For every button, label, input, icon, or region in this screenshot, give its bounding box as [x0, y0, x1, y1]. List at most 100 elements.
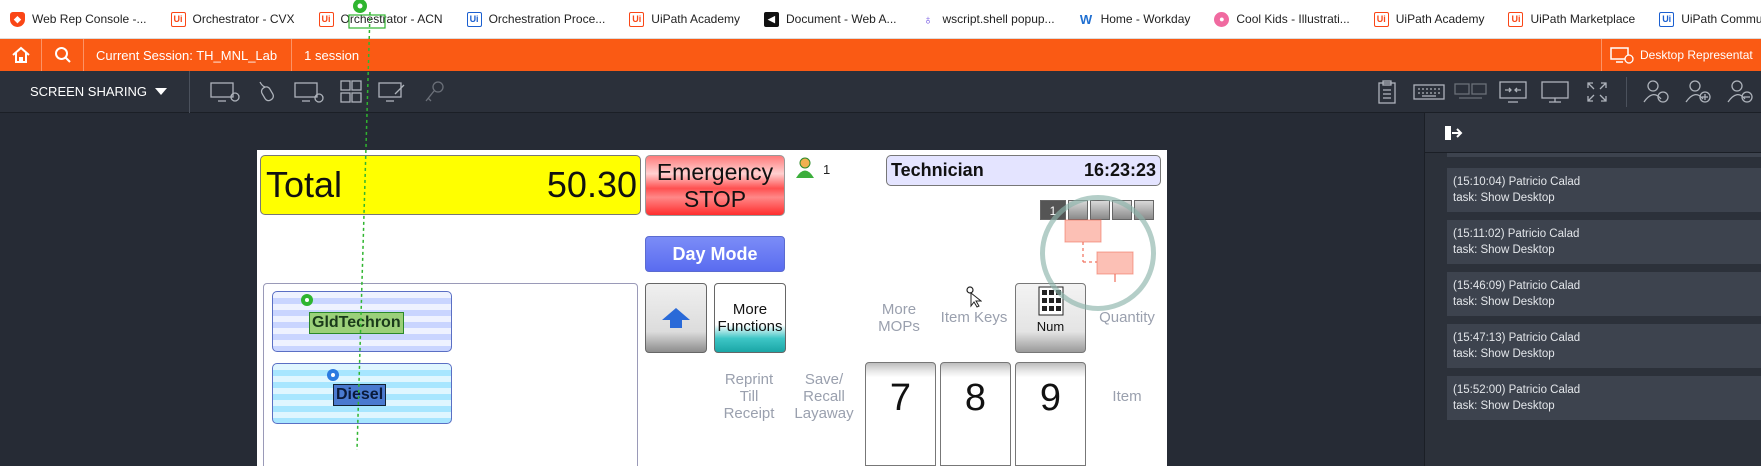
uipath-icon: Ui [170, 11, 186, 27]
bookmark-web-rep-console[interactable]: ◆ Web Rep Console -... [10, 11, 147, 27]
key-7-button[interactable]: 7 [865, 362, 936, 466]
reprint-label-3: Receipt [723, 405, 775, 422]
role-label: Technician [891, 160, 984, 180]
item-keys-button[interactable]: Item Keys [938, 309, 1010, 326]
uipath-icon: Ui [1508, 11, 1524, 27]
keyboard-button[interactable] [1408, 71, 1450, 113]
item-gldtechron-button[interactable]: GldTechron [272, 291, 452, 352]
bookmark-orchestrator-acn[interactable]: Ui Orchestrator - ACN [318, 11, 443, 27]
bookmark-orchestration-process[interactable]: Ui Orchestration Proce... [466, 11, 606, 27]
log-time: (15:10:04) Patricio Calad [1453, 176, 1581, 188]
monitor-clock-button[interactable] [288, 71, 330, 113]
log-time: (15:11:02) Patricio Calad [1453, 228, 1580, 240]
log-item: (15:11:02) Patricio Calad task: Show Des… [1447, 220, 1761, 264]
more-mops-button[interactable]: More MOPs [869, 301, 929, 335]
day-mode-label: Day Mode [672, 243, 758, 264]
bookmark-document-web[interactable]: ◀ Document - Web A... [764, 11, 897, 27]
bookmark-label: Orchestration Proce... [488, 12, 606, 26]
item-diesel-button[interactable]: Diesel [272, 363, 452, 424]
chevron-down-icon [155, 87, 168, 95]
emergency-stop-button[interactable]: Emergency STOP [645, 155, 785, 216]
mouse-button[interactable] [246, 71, 288, 113]
annotate-icon [378, 81, 405, 102]
toolbar: SCREEN SHARING [0, 70, 1761, 113]
session-bar: Current Session: TH_MNL_Lab 1 session De… [0, 39, 1761, 71]
desktop-switch-overlay [1040, 195, 1156, 311]
bookmark-label: UiPath Community... [1681, 12, 1761, 26]
bookmark-wscript-popup[interactable]: ♁ wscript.shell popup... [921, 11, 1054, 27]
monitor-control-icon [210, 81, 240, 102]
remote-screen-area[interactable]: Total 50.30 Emergency STOP 1 Technician … [0, 113, 1424, 466]
annotate-button[interactable] [372, 71, 414, 113]
clipboard-icon [1378, 79, 1396, 104]
clipboard-button[interactable] [1366, 71, 1408, 113]
session-log-panel: (15:10:04) Patricio Calad task: Show Des… [1424, 113, 1761, 466]
key-icon [425, 80, 444, 101]
more-functions-label-2: Functions [717, 318, 783, 335]
user-icon [796, 157, 814, 178]
log-header [1425, 113, 1761, 153]
actual-size-button[interactable] [1534, 71, 1576, 113]
bookmark-label: UiPath Academy [1395, 12, 1485, 26]
desktop-representative-button[interactable]: Desktop Representat [1601, 39, 1761, 71]
item-button[interactable]: Item [1093, 388, 1161, 405]
more-mops-label-1: More [881, 301, 917, 318]
user-count: 1 [823, 162, 831, 177]
invite-user-button[interactable] [1635, 71, 1677, 113]
fullscreen-button[interactable] [1576, 71, 1618, 113]
item-label: GldTechron [309, 312, 404, 334]
session-count[interactable]: 1 session [292, 48, 373, 63]
user-remove-icon [1727, 79, 1753, 103]
more-functions-button[interactable]: More Functions [714, 283, 786, 353]
key-9-button[interactable]: 9 [1015, 362, 1086, 466]
quantity-label: Quantity [1099, 309, 1155, 326]
scroll-up-button[interactable] [645, 283, 707, 353]
search-button[interactable] [42, 39, 84, 71]
item-keys-label: Item Keys [940, 309, 1008, 326]
keyboard-keys-button[interactable] [330, 71, 372, 113]
day-mode-button[interactable]: Day Mode [645, 236, 785, 272]
bulb-icon: ♁ [923, 11, 933, 27]
item-panel: GldTechron Diesel [263, 283, 638, 466]
log-task: task: Show Desktop [1453, 400, 1555, 412]
divider [1626, 76, 1627, 107]
log-list[interactable]: (15:10:04) Patricio Calad task: Show Des… [1425, 153, 1761, 466]
multi-monitor-button[interactable] [1450, 71, 1492, 113]
save-label-1: Save/ [804, 371, 844, 388]
desktop-rep-label: Desktop Representat [1640, 48, 1753, 62]
item-label: Diesel [333, 384, 387, 406]
save-label-3: Layaway [794, 405, 854, 422]
abc-keys-icon [340, 79, 362, 103]
bookmark-uipath-community[interactable]: Ui UiPath Community... [1659, 11, 1761, 27]
mouse-cursor-icon [966, 286, 982, 308]
bookmark-orchestrator-cvx[interactable]: Ui Orchestrator - CVX [170, 11, 295, 27]
shield-icon: ◆ [10, 11, 25, 27]
uipath-blue-icon: Ui [1659, 11, 1675, 27]
key-8-button[interactable]: 8 [940, 362, 1011, 466]
monitor-control-button[interactable] [204, 71, 246, 113]
workday-icon: W [1079, 11, 1093, 27]
bookmark-label: Document - Web A... [786, 12, 897, 26]
fit-screen-button[interactable] [1492, 71, 1534, 113]
home-button[interactable] [0, 39, 42, 71]
bookmark-workday[interactable]: W Home - Workday [1079, 11, 1190, 27]
quantity-button[interactable]: Quantity [1093, 309, 1161, 326]
credentials-button[interactable] [414, 71, 456, 113]
bookmark-uipath-academy-2[interactable]: Ui UiPath Academy [1373, 11, 1485, 27]
uipath-icon: Ui [318, 11, 334, 27]
total-label: Total [266, 164, 343, 205]
more-functions-label-1: More [732, 301, 768, 318]
log-item: (15:46:09) Patricio Calad task: Show Des… [1447, 272, 1761, 316]
add-user-button[interactable] [1677, 71, 1719, 113]
save-recall-layaway-button[interactable]: Save/ Recall Layaway [790, 371, 858, 422]
bookmark-label: UiPath Marketplace [1530, 12, 1636, 26]
remove-user-button[interactable] [1719, 71, 1761, 113]
reprint-till-receipt-button[interactable]: Reprint Till Receipt [715, 371, 783, 422]
bookmark-uipath-marketplace[interactable]: Ui UiPath Marketplace [1508, 11, 1636, 27]
pos-screen[interactable]: Total 50.30 Emergency STOP 1 Technician … [257, 150, 1167, 466]
bookmark-uipath-academy[interactable]: Ui UiPath Academy [629, 11, 740, 27]
exit-icon[interactable] [1443, 123, 1463, 143]
bookmark-cool-kids[interactable]: ● Cool Kids - Illustrati... [1214, 11, 1350, 27]
screen-sharing-dropdown[interactable]: SCREEN SHARING [0, 70, 190, 113]
key-label: 9 [1039, 377, 1062, 419]
